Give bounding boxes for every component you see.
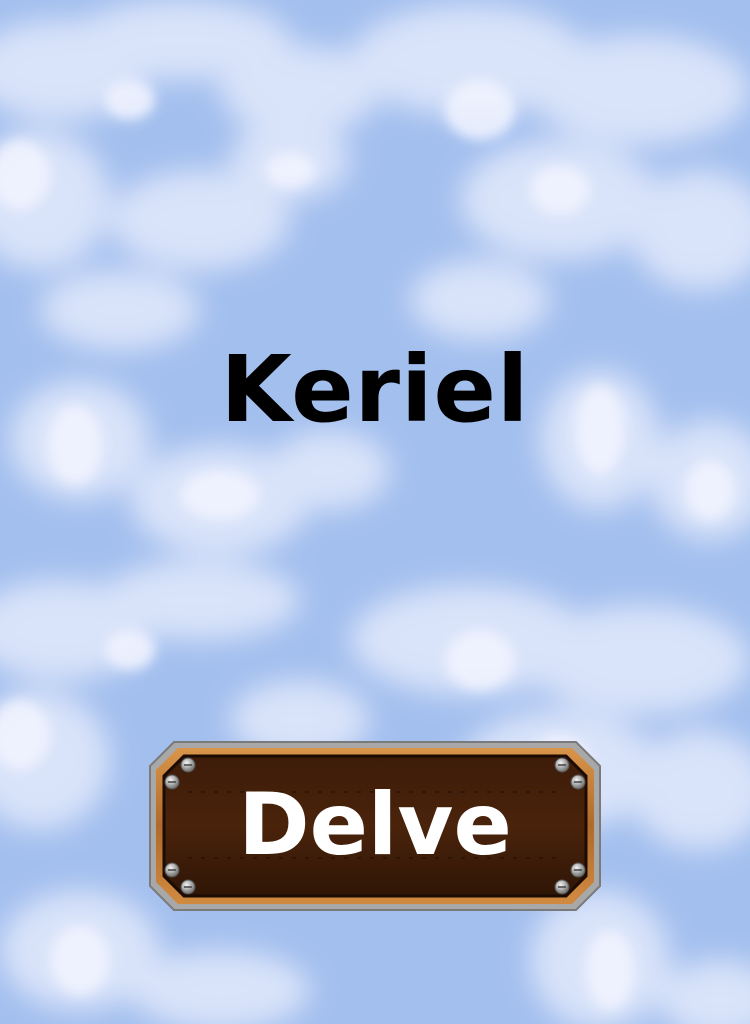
game-title: Keriel xyxy=(220,336,530,443)
riveted-plank-icon xyxy=(149,741,601,911)
delve-button[interactable]: Delve xyxy=(148,740,602,912)
